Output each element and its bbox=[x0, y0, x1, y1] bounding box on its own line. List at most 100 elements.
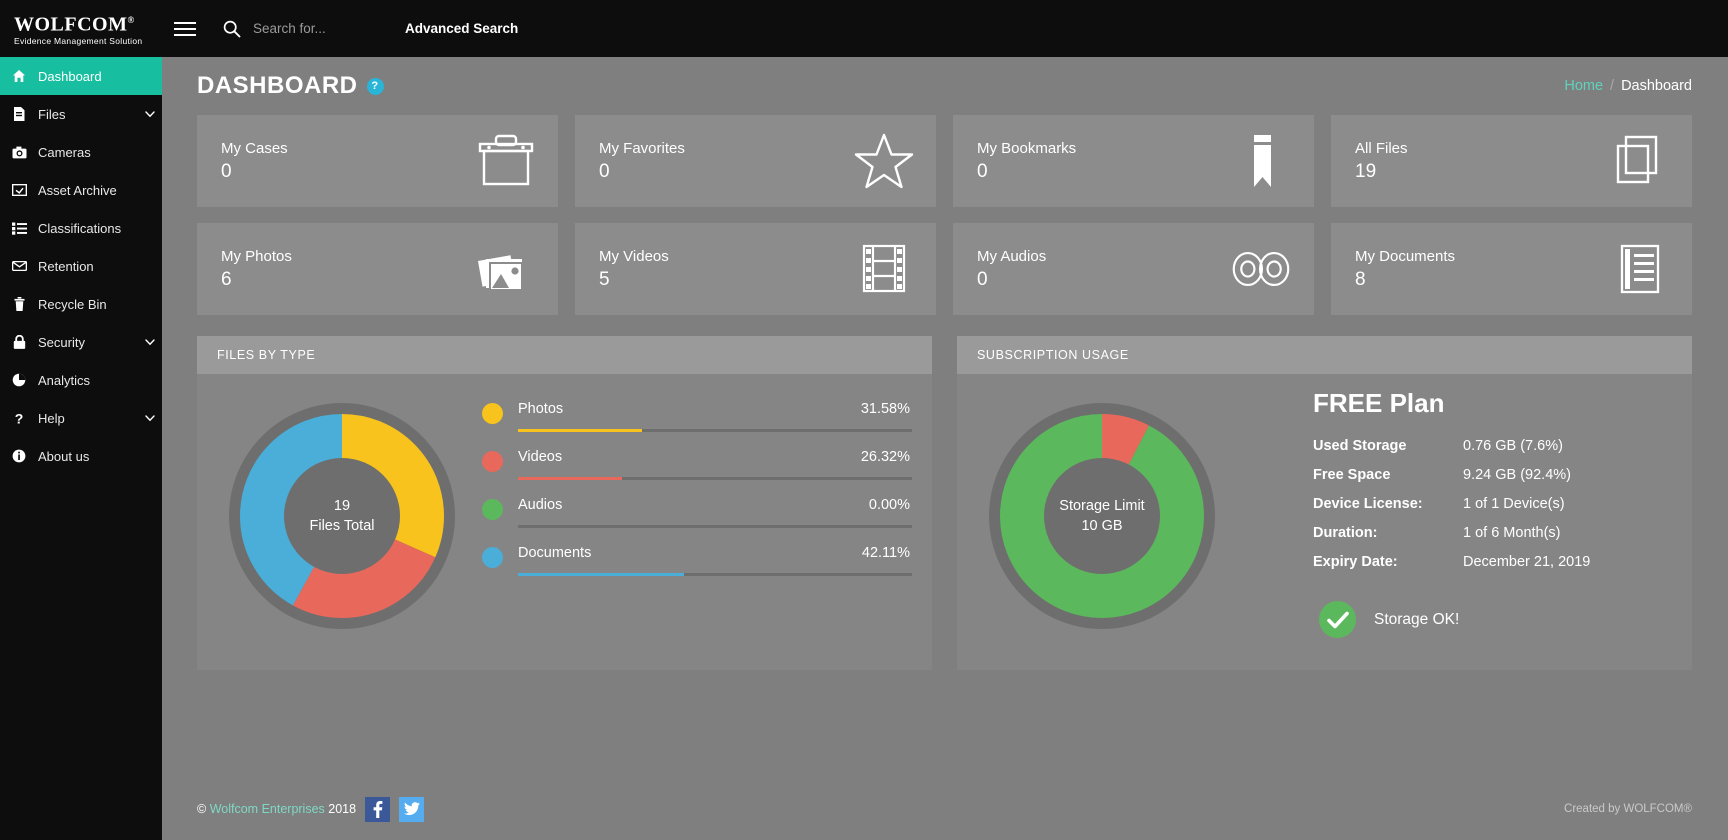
files-total-value: 19 bbox=[333, 498, 351, 514]
card-value: 8 bbox=[1355, 269, 1366, 290]
panel-title: SUBSCRIPTION USAGE bbox=[957, 336, 1692, 374]
facebook-icon[interactable] bbox=[365, 796, 391, 822]
sidebar-item-label: Dashboard bbox=[38, 68, 102, 84]
hamburger-bar bbox=[174, 33, 196, 36]
sidebar-item-retention[interactable]: Retention bbox=[0, 247, 162, 285]
legend-progress-track bbox=[518, 525, 912, 528]
card-my-audios[interactable]: My Audios 0 bbox=[953, 223, 1314, 315]
search-input[interactable] bbox=[253, 21, 373, 36]
company-link[interactable]: Wolfcom Enterprises bbox=[210, 802, 325, 816]
files-total-label: Files Total bbox=[309, 518, 375, 534]
home-icon bbox=[0, 69, 38, 83]
legend-progress-fill bbox=[518, 477, 622, 480]
sidebar-item-label: Recycle Bin bbox=[38, 296, 107, 312]
panels-row: FILES BY TYPE 19 Files Total Photos 31.5… bbox=[162, 315, 1728, 670]
legend-row-audios: Audios 0.00% bbox=[482, 494, 912, 542]
legend-progress-track bbox=[518, 477, 912, 480]
detail-value: 1 of 6 Month(s) bbox=[1463, 525, 1561, 541]
card-value: 0 bbox=[599, 161, 610, 182]
sidebar-item-label: About us bbox=[38, 448, 90, 464]
sidebar-item-analytics[interactable]: Analytics bbox=[0, 361, 162, 399]
sidebar-item-label: Retention bbox=[38, 258, 94, 274]
legend-label: Documents bbox=[518, 545, 592, 561]
files-by-type-donut-chart: 19 Files Total bbox=[217, 386, 467, 646]
advanced-search-link[interactable]: Advanced Search bbox=[405, 21, 518, 36]
sidebar-item-cameras[interactable]: Cameras bbox=[0, 133, 162, 171]
card-value: 0 bbox=[221, 161, 232, 182]
sidebar-item-security[interactable]: Security bbox=[0, 323, 162, 361]
trash-icon bbox=[0, 297, 38, 311]
detail-key: Used Storage bbox=[1313, 438, 1407, 454]
card-label: My Videos bbox=[599, 248, 669, 265]
sidebar-item-label: Files bbox=[38, 106, 66, 122]
chevron-down-icon[interactable] bbox=[138, 110, 162, 118]
card-label: My Documents bbox=[1355, 248, 1456, 265]
detail-row-expiry-date: Expiry Date: December 21, 2019 bbox=[1313, 548, 1674, 577]
detail-value: 1 of 1 Device(s) bbox=[1463, 496, 1565, 512]
copy-files-icon bbox=[1608, 132, 1670, 190]
detail-key: Free Space bbox=[1313, 467, 1391, 483]
photos-icon bbox=[474, 240, 536, 298]
hamburger-bar bbox=[174, 27, 196, 30]
storage-limit-value: 10 GB bbox=[1081, 518, 1123, 534]
breadcrumb-home-link[interactable]: Home bbox=[1564, 78, 1603, 94]
card-my-favorites[interactable]: My Favorites 0 bbox=[575, 115, 936, 207]
detail-row-used-storage: Used Storage 0.76 GB (7.6%) bbox=[1313, 432, 1674, 461]
chevron-down-icon[interactable] bbox=[138, 414, 162, 422]
subscription-donut-chart: Storage Limit 10 GB bbox=[977, 386, 1227, 646]
film-icon bbox=[852, 240, 914, 298]
subscription-usage-panel: SUBSCRIPTION USAGE Storage Limit 10 GB F… bbox=[957, 336, 1692, 670]
logo-tagline: Evidence Management Solution bbox=[14, 35, 143, 46]
donut-center-label: 19 Files Total bbox=[309, 496, 374, 536]
card-my-bookmarks[interactable]: My Bookmarks 0 bbox=[953, 115, 1314, 207]
sidebar-item-label: Classifications bbox=[38, 220, 122, 236]
search-icon[interactable] bbox=[222, 19, 242, 39]
sidebar-item-classifications[interactable]: Classifications bbox=[0, 209, 162, 247]
stat-cards-grid: My Cases 0 My Favorites 0 My Bookmarks 0 bbox=[162, 115, 1728, 315]
plan-name: FREE Plan bbox=[1313, 388, 1445, 418]
page-title: DASHBOARD? bbox=[197, 72, 384, 100]
sidebar-item-files[interactable]: Files bbox=[0, 95, 162, 133]
detail-key: Device License: bbox=[1313, 496, 1423, 512]
subscription-usage-body: Storage Limit 10 GB FREE Plan Used Stora… bbox=[957, 374, 1692, 670]
legend-percent: 0.00% bbox=[868, 497, 910, 513]
legend-percent: 31.58% bbox=[860, 401, 910, 417]
card-my-photos[interactable]: My Photos 6 bbox=[197, 223, 558, 315]
breadcrumb-separator: / bbox=[1610, 78, 1615, 94]
app-logo[interactable]: WOLFCOM® Evidence Management Solution bbox=[0, 10, 162, 47]
card-label: My Favorites bbox=[599, 140, 685, 157]
sidebar-item-label: Security bbox=[38, 334, 85, 350]
sidebar-item-asset-archive[interactable]: Asset Archive bbox=[0, 171, 162, 209]
sidebar-item-about-us[interactable]: About us bbox=[0, 437, 162, 475]
detail-key: Expiry Date: bbox=[1313, 554, 1398, 570]
check-icon bbox=[1319, 601, 1356, 638]
status-badge: Storage OK! bbox=[1374, 610, 1460, 628]
help-badge-icon[interactable]: ? bbox=[366, 77, 384, 95]
hamburger-icon[interactable] bbox=[162, 0, 208, 57]
sidebar-item-dashboard[interactable]: Dashboard bbox=[0, 57, 162, 95]
copyright-symbol: © bbox=[197, 802, 207, 816]
sidebar-item-recycle-bin[interactable]: Recycle Bin bbox=[0, 285, 162, 323]
legend-progress-fill bbox=[518, 429, 643, 432]
document-icon bbox=[1608, 240, 1670, 298]
card-all-files[interactable]: All Files 19 bbox=[1331, 115, 1692, 207]
hamburger-bar bbox=[174, 21, 196, 24]
card-my-documents[interactable]: My Documents 8 bbox=[1331, 223, 1692, 315]
breadcrumb-current: Dashboard bbox=[1621, 78, 1692, 94]
file-icon bbox=[0, 107, 38, 121]
card-my-videos[interactable]: My Videos 5 bbox=[575, 223, 936, 315]
card-my-cases[interactable]: My Cases 0 bbox=[197, 115, 558, 207]
card-value: 5 bbox=[599, 269, 610, 290]
sidebar-item-help[interactable]: ? Help bbox=[0, 399, 162, 437]
card-value: 0 bbox=[977, 269, 988, 290]
archive-icon bbox=[0, 184, 38, 196]
legend-row-documents: Documents 42.11% bbox=[482, 542, 912, 590]
detail-row-duration: Duration: 1 of 6 Month(s) bbox=[1313, 519, 1674, 548]
card-label: My Bookmarks bbox=[977, 140, 1077, 157]
storage-status: Storage OK! bbox=[1319, 601, 1674, 638]
subscription-details: FREE Plan Used Storage 0.76 GB (7.6%) Fr… bbox=[1313, 388, 1674, 638]
chevron-down-icon[interactable] bbox=[138, 338, 162, 346]
legend-label: Videos bbox=[518, 449, 563, 465]
legend-color-dot bbox=[482, 499, 503, 520]
twitter-icon[interactable] bbox=[399, 796, 425, 822]
